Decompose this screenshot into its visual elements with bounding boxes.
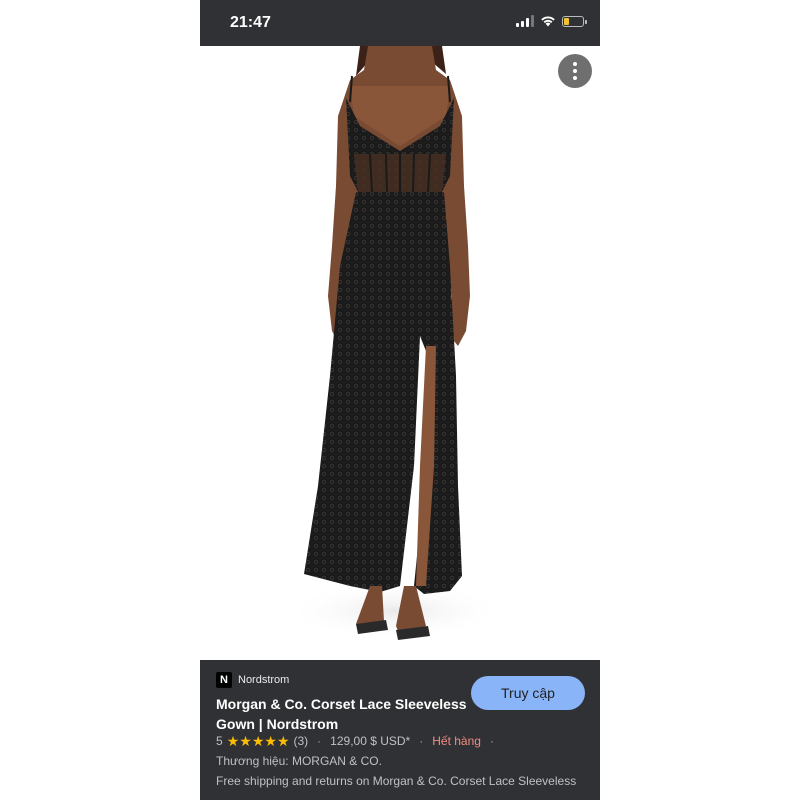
price: 129,00 $ USD*	[330, 734, 411, 748]
separator-dot: ·	[419, 734, 424, 748]
status-bar: 21:47	[200, 0, 600, 46]
star-rating: ★ ★ ★ ★ ★	[227, 734, 290, 748]
source-row[interactable]: N Nordstrom	[216, 672, 289, 688]
separator-dot: ·	[489, 734, 494, 748]
wifi-icon	[541, 16, 555, 27]
star-icon: ★	[226, 733, 240, 749]
product-image[interactable]	[200, 46, 600, 660]
more-options-button[interactable]	[558, 54, 592, 88]
star-icon: ★	[264, 733, 277, 749]
star-icon: ★	[251, 733, 265, 749]
product-title[interactable]: Morgan & Co. Corset Lace Sleeveless Gown…	[216, 694, 476, 734]
product-meta-row: 5 ★ ★ ★ ★ ★ (3) · 129,00 $ USD* · Hết hàng ·	[216, 734, 499, 748]
review-count: (3)	[293, 734, 309, 748]
dress-photo	[285, 46, 505, 640]
brand-label: Thương hiệu: MORGAN & CO.	[216, 754, 382, 768]
star-icon: ★	[276, 733, 290, 749]
source-name: Nordstrom	[238, 674, 290, 686]
separator-dot: ·	[317, 734, 322, 748]
nordstrom-logo-icon: N	[216, 672, 232, 688]
phone-screen: 21:47 N Nordstrom Morgan & Co. Corset La…	[200, 0, 600, 800]
stock-status: Hết hàng	[432, 734, 481, 748]
battery-level	[564, 17, 569, 25]
product-info-panel: N Nordstrom Morgan & Co. Corset Lace Sle…	[200, 660, 600, 800]
status-icons	[516, 15, 587, 27]
visit-button[interactable]: Truy cập	[471, 676, 585, 710]
star-icon: ★	[239, 733, 252, 749]
signal-icon	[516, 15, 534, 27]
battery-icon	[562, 15, 587, 27]
rating-value: 5	[216, 734, 223, 748]
shipping-info: Free shipping and returns on Morgan & Co…	[216, 774, 577, 788]
status-time: 21:47	[230, 14, 271, 31]
